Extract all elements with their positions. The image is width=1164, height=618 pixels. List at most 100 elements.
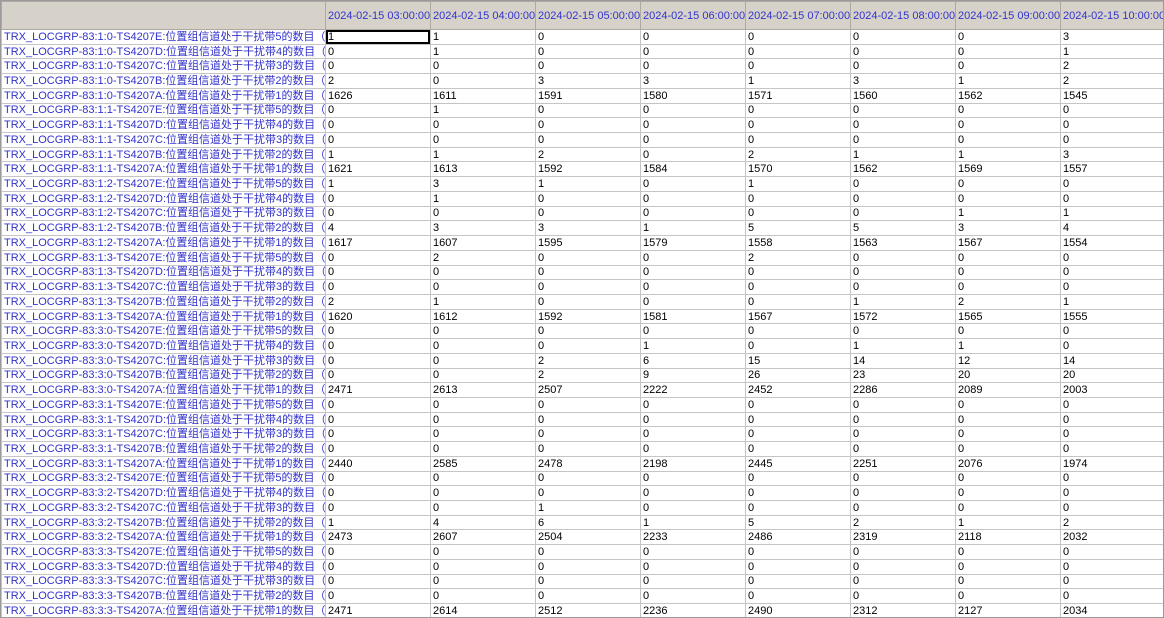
data-cell[interactable]: 1607 [430,235,536,251]
data-cell[interactable]: 0 [745,102,851,119]
data-cell[interactable]: 0 [325,558,431,575]
data-cell[interactable]: 0 [325,205,431,222]
data-cell[interactable]: 2 [430,249,536,266]
data-cell[interactable]: 0 [1060,279,1163,295]
row-label[interactable]: TRX_LOCGRP-83:1:0-TS4207E:位置组信道处于干扰带5的数目… [1,29,326,45]
data-cell[interactable]: 0 [955,500,1061,516]
row-label[interactable]: TRX_LOCGRP-83:3:3-TS4207E:位置组信道处于干扰带5的数目… [1,544,326,560]
data-cell[interactable]: 0 [955,43,1061,60]
data-cell[interactable]: 0 [325,190,431,207]
data-cell[interactable]: 0 [745,29,851,45]
data-cell[interactable]: 2 [1060,514,1163,531]
selected-cell[interactable]: 1 [325,29,431,45]
data-cell[interactable]: 0 [955,117,1061,134]
data-cell[interactable]: 0 [850,411,956,428]
data-cell[interactable]: 2 [535,367,641,384]
data-cell[interactable]: 0 [325,58,431,75]
row-label[interactable]: TRX_LOCGRP-83:1:0-TS4207A:位置组信道处于干扰带1的数目… [1,87,326,104]
data-cell[interactable]: 0 [850,43,956,60]
data-cell[interactable]: 0 [640,588,746,605]
data-cell[interactable]: 1 [535,500,641,516]
data-cell[interactable]: 1567 [955,235,1061,251]
data-cell[interactable]: 0 [1060,485,1163,501]
data-cell[interactable]: 2 [325,73,431,89]
data-cell[interactable]: 0 [955,279,1061,295]
data-cell[interactable]: 1 [850,338,956,354]
column-header-4[interactable]: 2024-02-15 07:00:00 [745,1,851,30]
data-cell[interactable]: 2 [955,293,1061,310]
data-cell[interactable]: 0 [955,249,1061,266]
data-cell[interactable]: 2445 [745,455,851,472]
data-cell[interactable]: 0 [955,470,1061,487]
data-cell[interactable]: 1567 [745,308,851,325]
data-cell[interactable]: 1 [430,293,536,310]
data-cell[interactable]: 0 [640,470,746,487]
data-cell[interactable]: 0 [325,264,431,281]
data-cell[interactable]: 0 [640,426,746,443]
data-cell[interactable]: 2076 [955,455,1061,472]
data-cell[interactable]: 0 [640,264,746,281]
data-cell[interactable]: 9 [640,367,746,384]
data-cell[interactable]: 1580 [640,87,746,104]
data-cell[interactable]: 2 [1060,73,1163,89]
data-cell[interactable]: 0 [535,29,641,45]
data-cell[interactable]: 0 [535,102,641,119]
data-cell[interactable]: 23 [850,367,956,384]
data-cell[interactable]: 0 [325,426,431,443]
data-cell[interactable]: 1 [325,176,431,192]
data-cell[interactable]: 0 [955,558,1061,575]
data-cell[interactable]: 20 [955,367,1061,384]
data-cell[interactable]: 1562 [850,161,956,178]
data-cell[interactable]: 2486 [745,529,851,546]
data-cell[interactable]: 0 [745,485,851,501]
row-label[interactable]: TRX_LOCGRP-83:1:3-TS4207A:位置组信道处于干扰带1的数目… [1,308,326,325]
data-cell[interactable]: 0 [640,396,746,413]
data-cell[interactable]: 0 [955,396,1061,413]
data-cell[interactable]: 15 [745,352,851,369]
data-cell[interactable]: 4 [430,514,536,531]
row-label[interactable]: TRX_LOCGRP-83:3:2-TS4207B:位置组信道处于干扰带2的数目… [1,514,326,531]
data-cell[interactable]: 2440 [325,455,431,472]
data-cell[interactable]: 1 [1060,205,1163,222]
data-cell[interactable]: 0 [535,558,641,575]
row-label[interactable]: TRX_LOCGRP-83:3:2-TS4207A:位置组信道处于干扰带1的数目… [1,529,326,546]
data-cell[interactable]: 0 [640,441,746,457]
data-cell[interactable]: 1 [850,146,956,163]
data-cell[interactable]: 0 [955,323,1061,340]
row-label[interactable]: TRX_LOCGRP-83:1:1-TS4207B:位置组信道处于干扰带2的数目… [1,146,326,163]
data-cell[interactable]: 1562 [955,87,1061,104]
data-cell[interactable]: 0 [430,323,536,340]
data-cell[interactable]: 3 [535,73,641,89]
data-cell[interactable]: 0 [535,205,641,222]
row-label[interactable]: TRX_LOCGRP-83:3:3-TS4207A:位置组信道处于干扰带1的数目… [1,603,326,617]
data-cell[interactable]: 2490 [745,603,851,617]
data-cell[interactable]: 6 [535,514,641,531]
data-cell[interactable]: 0 [535,338,641,354]
data-cell[interactable]: 0 [850,573,956,590]
data-cell[interactable]: 0 [745,43,851,60]
row-label[interactable]: TRX_LOCGRP-83:3:3-TS4207D:位置组信道处于干扰带4的数目… [1,558,326,575]
data-cell[interactable]: 0 [535,293,641,310]
data-cell[interactable]: 0 [640,205,746,222]
data-cell[interactable]: 1 [1060,43,1163,60]
data-cell[interactable]: 0 [430,58,536,75]
data-cell[interactable]: 1555 [1060,308,1163,325]
data-cell[interactable]: 1571 [745,87,851,104]
data-cell[interactable]: 0 [850,441,956,457]
data-cell[interactable]: 0 [640,29,746,45]
data-cell[interactable]: 1 [745,73,851,89]
data-cell[interactable]: 0 [850,29,956,45]
data-cell[interactable]: 0 [430,558,536,575]
data-cell[interactable]: 0 [745,205,851,222]
data-cell[interactable]: 0 [430,573,536,590]
data-cell[interactable]: 0 [430,117,536,134]
data-cell[interactable]: 0 [535,485,641,501]
data-cell[interactable]: 0 [745,264,851,281]
data-cell[interactable]: 1565 [955,308,1061,325]
data-cell[interactable]: 1 [325,146,431,163]
data-cell[interactable]: 0 [325,338,431,354]
column-header-3[interactable]: 2024-02-15 06:00:00 [640,1,746,30]
row-label[interactable]: TRX_LOCGRP-83:1:0-TS4207C:位置组信道处于干扰带3的数目… [1,58,326,75]
data-cell[interactable]: 0 [640,117,746,134]
data-cell[interactable]: 5 [745,514,851,531]
